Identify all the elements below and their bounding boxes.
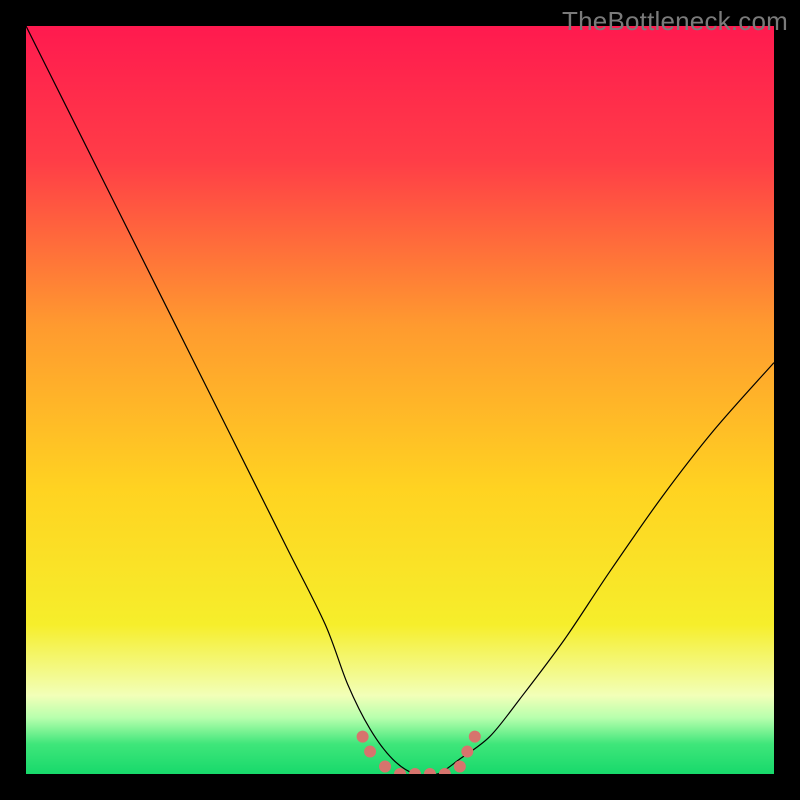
marker-dot — [364, 746, 376, 758]
marker-dot — [461, 746, 473, 758]
marker-dot — [357, 731, 369, 743]
watermark-text: TheBottleneck.com — [562, 6, 788, 37]
marker-dot — [379, 761, 391, 773]
marker-dot — [469, 731, 481, 743]
chart-stage: TheBottleneck.com — [0, 0, 800, 800]
chart-background — [26, 26, 774, 774]
bottleneck-chart — [26, 26, 774, 774]
marker-dot — [454, 761, 466, 773]
